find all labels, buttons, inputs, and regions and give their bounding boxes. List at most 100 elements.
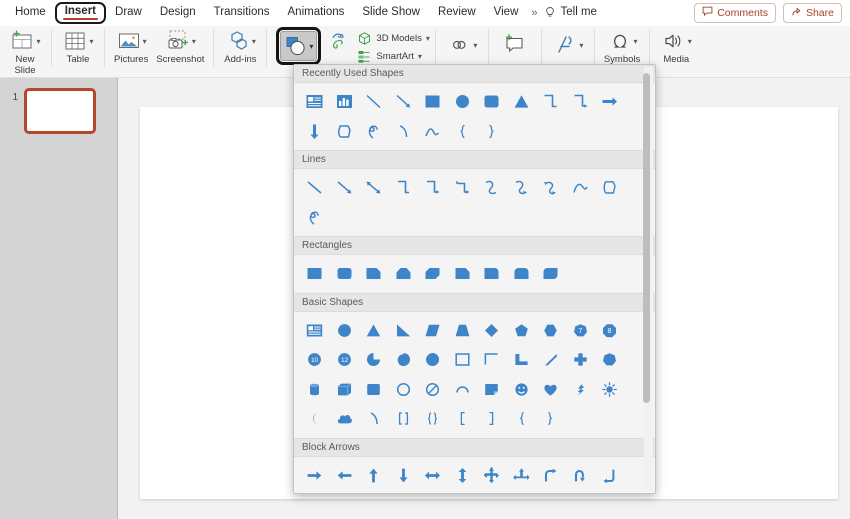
shape-pie[interactable] xyxy=(359,345,389,375)
text-chevron-icon[interactable]: ▾ xyxy=(579,41,583,50)
shape-line-arrow[interactable] xyxy=(330,173,360,203)
shape-line-arrow[interactable] xyxy=(389,87,419,117)
shape-sun[interactable] xyxy=(595,375,625,405)
shape-dodecagon[interactable]: 12 xyxy=(330,345,360,375)
shape-oval[interactable] xyxy=(448,87,478,117)
shape-heart[interactable] xyxy=(536,375,566,405)
shape-pentagon[interactable] xyxy=(507,316,537,346)
menu-overflow-icon[interactable]: » xyxy=(527,7,540,19)
shape-scribble[interactable] xyxy=(300,203,330,233)
shape-no-symbol[interactable] xyxy=(418,375,448,405)
shape-lightning-bolt[interactable] xyxy=(566,375,596,405)
shape-rounded-rectangle[interactable] xyxy=(477,87,507,117)
shape-round-single-corner-rectangle[interactable] xyxy=(477,259,507,289)
shape-freeform[interactable] xyxy=(595,173,625,203)
shape-elbow-connector[interactable] xyxy=(536,87,566,117)
shape-right-triangle[interactable] xyxy=(389,316,419,346)
shape-bent-up-arrow-left[interactable] xyxy=(595,461,625,491)
shape-teardrop[interactable] xyxy=(389,345,419,375)
add-ins-chevron-icon[interactable]: ▾ xyxy=(252,37,256,46)
screenshot-button[interactable]: ▾ Screenshot xyxy=(152,26,208,66)
shape-octagon[interactable]: 8 xyxy=(595,316,625,346)
menu-tab-slide-show[interactable]: Slide Show xyxy=(353,4,429,22)
comments-button[interactable]: Comments xyxy=(694,3,776,23)
menu-tab-transitions[interactable]: Transitions xyxy=(205,4,279,22)
shape-curved-left-arrow[interactable] xyxy=(359,490,389,493)
shape-parallelogram[interactable] xyxy=(418,316,448,346)
comment-button[interactable] xyxy=(494,26,536,58)
shape-cross[interactable] xyxy=(566,345,596,375)
shapes-button[interactable]: ▾ xyxy=(272,26,325,65)
menu-tab-view[interactable]: View xyxy=(485,4,528,22)
3d-models-button[interactable]: 3D Models ▾ xyxy=(357,31,430,46)
shape-circle-outline[interactable] xyxy=(389,375,419,405)
menu-tab-draw[interactable]: Draw xyxy=(106,4,151,22)
shape-right-bracket[interactable] xyxy=(477,404,507,434)
shape-cylinder[interactable] xyxy=(300,375,330,405)
shape-curved-connector[interactable] xyxy=(477,173,507,203)
shape-heptagon[interactable]: 7 xyxy=(566,316,596,346)
slide-thumbnail-sidebar[interactable]: 1 xyxy=(0,78,118,519)
shape-rectangle[interactable] xyxy=(300,259,330,289)
shape-diagonal-stripe[interactable] xyxy=(536,345,566,375)
shape-elbow-double-arrow[interactable] xyxy=(448,173,478,203)
smartart-chevron-icon[interactable]: ▾ xyxy=(418,52,422,61)
shape-curved-up-arrow[interactable] xyxy=(389,490,419,493)
shape-left-arrow[interactable] xyxy=(330,461,360,491)
link-button[interactable]: ▾ xyxy=(441,26,483,58)
shape-text-box[interactable] xyxy=(300,316,330,346)
icons-button[interactable] xyxy=(325,26,357,54)
shape-line-double-arrow[interactable] xyxy=(359,173,389,203)
shape-rectangle[interactable] xyxy=(418,87,448,117)
shape-right-arrow[interactable] xyxy=(300,461,330,491)
table-chevron-icon[interactable]: ▾ xyxy=(89,37,93,46)
shape-text-box[interactable] xyxy=(300,87,330,117)
shape-bent-arrow[interactable] xyxy=(536,461,566,491)
shape-frame[interactable] xyxy=(448,345,478,375)
add-ins-button[interactable]: ▾ Add-ins xyxy=(219,26,261,66)
shape-cube[interactable] xyxy=(330,375,360,405)
shape-left-right-up-arrow[interactable] xyxy=(507,461,537,491)
shape-down-arrow[interactable] xyxy=(300,117,330,147)
shape-isosceles-triangle[interactable] xyxy=(507,87,537,117)
shape-isosceles-triangle[interactable] xyxy=(359,316,389,346)
shape-arc[interactable] xyxy=(566,173,596,203)
shape-striped-right-arrow[interactable] xyxy=(448,490,478,493)
share-button[interactable]: Share xyxy=(782,3,842,23)
link-chevron-icon[interactable]: ▾ xyxy=(473,41,477,50)
shape-regular-heptagon[interactable] xyxy=(595,345,625,375)
shape-up-down-arrow[interactable] xyxy=(448,461,478,491)
menu-tab-animations[interactable]: Animations xyxy=(279,4,354,22)
shape-bent-up-arrow[interactable] xyxy=(300,490,330,493)
shape-chord[interactable] xyxy=(418,345,448,375)
shape-l-corner[interactable] xyxy=(477,345,507,375)
tell-me-label[interactable]: Tell me xyxy=(559,4,606,22)
table-button[interactable]: ▾ Table xyxy=(57,26,99,66)
shape-cloud[interactable] xyxy=(330,404,360,434)
shapes-dropdown-panel[interactable]: Recently Used Shapes Lines Rectangles Ba… xyxy=(293,64,656,494)
menu-tab-review[interactable]: Review xyxy=(429,4,485,22)
shape-round-diagonal-corner-rectangle[interactable] xyxy=(536,259,566,289)
shape-curly-brackets[interactable] xyxy=(418,404,448,434)
shape-smiley-face[interactable] xyxy=(507,375,537,405)
shape-elbow-arrow-connector[interactable] xyxy=(566,87,596,117)
media-button[interactable]: ▾ Media xyxy=(655,26,697,66)
dropdown-scrollbar-thumb[interactable] xyxy=(643,73,650,403)
slide-thumbnail-item[interactable]: 1 xyxy=(0,78,117,134)
shape-curved-right-arrow[interactable] xyxy=(330,490,360,493)
shape-u-turn-arrow[interactable] xyxy=(566,461,596,491)
shape-diamond[interactable] xyxy=(477,316,507,346)
shape-curve-arc[interactable] xyxy=(418,117,448,147)
shape-hexagon[interactable] xyxy=(536,316,566,346)
shape-arc-curve[interactable] xyxy=(359,404,389,434)
shape-right-brace[interactable] xyxy=(477,117,507,147)
shape-moon[interactable] xyxy=(300,404,330,434)
shape-scribble[interactable] xyxy=(359,117,389,147)
shape-curved-down-arrow[interactable] xyxy=(418,490,448,493)
text-button[interactable]: ▾ xyxy=(547,26,589,58)
shape-pentagon-arrow[interactable] xyxy=(507,490,537,493)
slide-thumbnail-1[interactable] xyxy=(24,88,96,134)
shape-snip-diagonal-corner-rectangle[interactable] xyxy=(418,259,448,289)
shape-chart-placeholder[interactable] xyxy=(330,87,360,117)
3d-models-chevron-icon[interactable]: ▾ xyxy=(426,34,430,43)
